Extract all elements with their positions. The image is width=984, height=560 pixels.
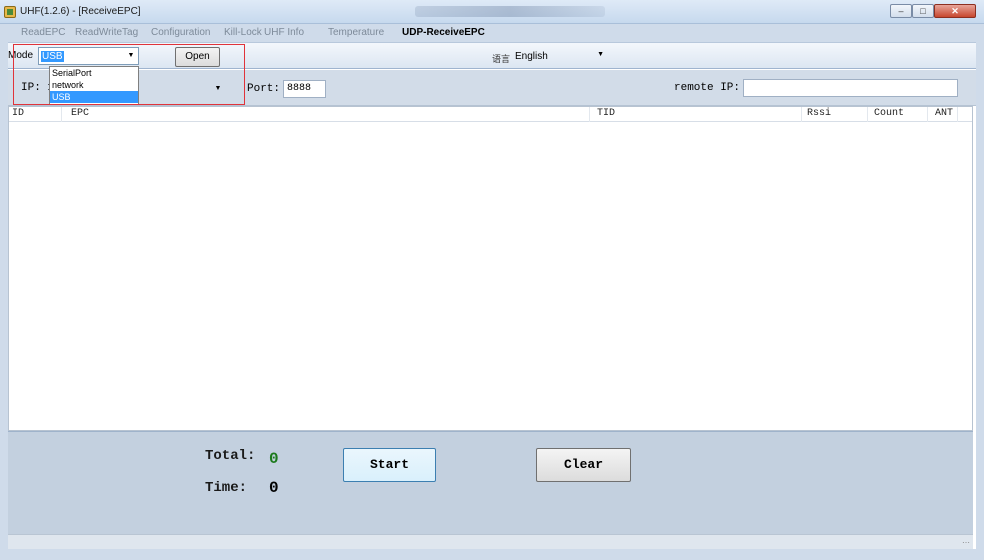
total-label: Total:	[205, 448, 256, 464]
annotation-highlight-box	[13, 44, 245, 105]
list-header: ID EPC TID Rssi Count ANT	[9, 107, 972, 122]
maximize-button[interactable]: □	[912, 4, 934, 18]
menu-item-uhf-info[interactable]: UHF Info	[264, 27, 304, 38]
minimize-button[interactable]: –	[890, 4, 912, 18]
epc-list-view[interactable]: ID EPC TID Rssi Count ANT	[8, 106, 973, 431]
window-title: UHF(1.2.6) - [ReceiveEPC]	[20, 6, 141, 17]
chevron-down-icon[interactable]: ▼	[597, 51, 604, 58]
time-value: 0	[269, 479, 279, 497]
window-frame-bottom	[0, 549, 984, 560]
column-header-count[interactable]: Count	[874, 108, 904, 119]
column-divider	[801, 107, 802, 122]
window-frame-left	[0, 24, 8, 560]
language-select[interactable]: English ▼	[512, 49, 608, 65]
resize-grip-icon[interactable]: ⋯	[962, 538, 970, 547]
window-frame-right	[976, 24, 984, 560]
port-input[interactable]: 8888	[283, 80, 326, 98]
status-bar: ⋯	[8, 534, 973, 549]
column-header-id[interactable]: ID	[12, 108, 24, 119]
start-button[interactable]: Start	[343, 448, 436, 482]
title-bar: UHF(1.2.6) - [ReceiveEPC] – □ ✕	[0, 0, 984, 24]
total-value: 0	[269, 450, 279, 468]
column-divider	[589, 107, 590, 122]
clear-button[interactable]: Clear	[536, 448, 631, 482]
time-label: Time:	[205, 480, 248, 496]
remote-ip-input[interactable]	[743, 79, 958, 97]
obscured-title-text	[415, 6, 605, 17]
column-divider	[61, 107, 62, 122]
menu-item-readepc[interactable]: ReadEPC	[21, 27, 65, 38]
menu-item-readwritetag[interactable]: ReadWriteTag	[75, 27, 138, 38]
app-icon	[4, 6, 16, 18]
menu-item-configuration[interactable]: Configuration	[151, 27, 210, 38]
column-divider	[927, 107, 928, 122]
column-header-ant[interactable]: ANT	[935, 108, 953, 119]
column-header-tid[interactable]: TID	[597, 108, 615, 119]
close-button[interactable]: ✕	[934, 4, 976, 18]
remote-ip-label: remote IP:	[674, 82, 741, 94]
menu-item-temperature[interactable]: Temperature	[328, 27, 384, 38]
column-header-rssi[interactable]: Rssi	[807, 108, 831, 119]
language-label: 语言	[492, 54, 511, 64]
port-label: Port:	[247, 83, 281, 95]
column-header-epc[interactable]: EPC	[71, 108, 89, 119]
menu-bar: ReadEPC ReadWriteTag Configuration Kill-…	[8, 24, 976, 42]
control-panel: Total: 0 Time: 0 Start Clear	[8, 431, 973, 534]
menu-item-kill-lock[interactable]: Kill-Lock	[224, 27, 262, 38]
menu-item-udp-receiveepc[interactable]: UDP-ReceiveEPC	[402, 27, 485, 38]
column-divider	[957, 107, 958, 122]
column-divider	[867, 107, 868, 122]
language-select-value: English	[515, 51, 548, 62]
